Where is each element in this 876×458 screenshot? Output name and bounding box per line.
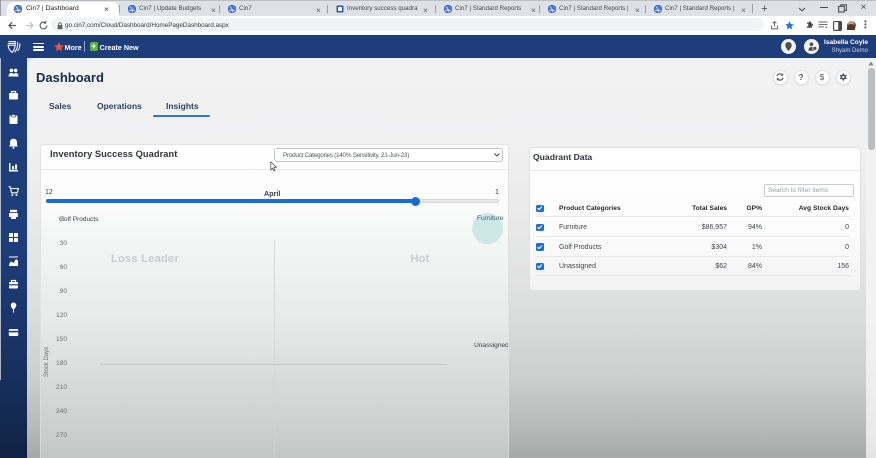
svg-text:$: $ [820,73,825,81]
svg-text:?: ? [798,73,803,81]
